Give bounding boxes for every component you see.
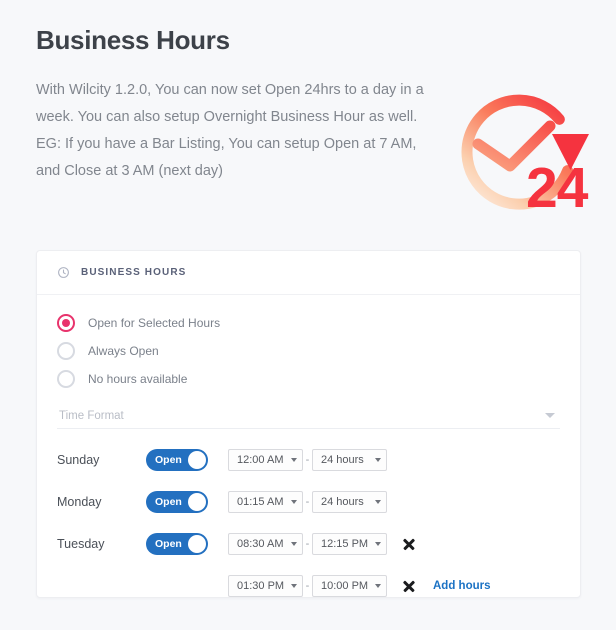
remove-range-button[interactable] [401,536,417,552]
start-time-select[interactable]: 12:00 AM [228,449,303,471]
caret-down-icon [291,542,297,546]
day-row-tuesday-extra: 01:30 PM - 10:00 PM Add hours [57,565,560,607]
radio-label: No hours available [88,372,188,386]
card-header: BUSINESS HOURS [37,251,580,295]
radio-option-open-selected-hours[interactable]: Open for Selected Hours [57,309,560,337]
remove-range-button[interactable] [401,578,417,594]
time-format-select[interactable]: Time Format [57,403,560,429]
add-hours-link[interactable]: Add hours [433,580,491,592]
end-time-select[interactable]: 12:15 PM [312,533,387,555]
intro-description: With Wilcity 1.2.0, You can now set Open… [36,81,424,179]
start-time-value: 01:15 AM [237,496,284,508]
end-time-value: 10:00 PM [321,580,369,592]
chevron-down-icon [545,413,555,418]
toggle-knob [188,535,206,553]
time-format-placeholder: Time Format [59,409,124,422]
clock-icon [57,266,70,279]
start-time-value: 08:30 AM [237,538,284,550]
radio-option-no-hours-available[interactable]: No hours available [57,365,560,393]
radio-label: Always Open [88,344,159,358]
svg-text:24: 24 [526,156,589,220]
day-rows: Sunday Open 12:00 AM - 24 hours Monday O… [57,439,560,607]
caret-down-icon [375,500,381,504]
day-row-monday: Monday Open 01:15 AM - 24 hours [57,481,560,523]
day-row-tuesday: Tuesday Open 08:30 AM - 12:15 PM [57,523,560,565]
caret-down-icon [291,458,297,462]
range-separator: - [305,496,310,508]
start-time-select[interactable]: 01:15 AM [228,491,303,513]
day-label: Sunday [57,453,100,467]
toggle-knob [188,451,206,469]
caret-down-icon [375,584,381,588]
end-time-select[interactable]: 24 hours [312,449,387,471]
radio-label: Open for Selected Hours [88,316,221,330]
open-toggle-monday[interactable]: Open [146,491,208,513]
day-label: Monday [57,495,102,509]
page-title: Business Hours [36,25,230,55]
range-separator: - [305,538,310,550]
caret-down-icon [291,584,297,588]
end-time-select[interactable]: 10:00 PM [312,575,387,597]
toggle-label: Open [155,454,182,466]
time-range-monday-0: 01:15 AM - 24 hours [228,491,387,513]
start-time-value: 01:30 PM [237,580,285,592]
caret-down-icon [375,458,381,462]
radio-option-always-open[interactable]: Always Open [57,337,560,365]
range-separator: - [305,580,310,592]
end-time-value: 24 hours [321,454,364,466]
hours-mode-radio-group: Open for Selected Hours Always Open No h… [57,309,560,393]
caret-down-icon [375,542,381,546]
start-time-select[interactable]: 01:30 PM [228,575,303,597]
end-time-value: 24 hours [321,496,364,508]
end-time-select[interactable]: 24 hours [312,491,387,513]
day-label: Tuesday [57,537,105,551]
radio-icon[interactable] [57,342,75,360]
end-time-value: 12:15 PM [321,538,369,550]
time-range-tuesday-1: 01:30 PM - 10:00 PM [228,575,387,597]
range-separator: - [305,454,310,466]
day-row-sunday: Sunday Open 12:00 AM - 24 hours [57,439,560,481]
business-hours-card: BUSINESS HOURS Open for Selected Hours A… [36,250,581,598]
time-range-sunday-0: 12:00 AM - 24 hours [228,449,387,471]
open-toggle-sunday[interactable]: Open [146,449,208,471]
open-toggle-tuesday[interactable]: Open [146,533,208,555]
time-range-tuesday-0: 08:30 AM - 12:15 PM [228,533,387,555]
card-body: Open for Selected Hours Always Open No h… [37,295,580,607]
radio-icon[interactable] [57,370,75,388]
radio-icon-selected[interactable] [57,314,75,332]
start-time-select[interactable]: 08:30 AM [228,533,303,555]
caret-down-icon [291,500,297,504]
clock-24-hours-icon: 24 [444,86,594,226]
start-time-value: 12:00 AM [237,454,284,466]
toggle-label: Open [155,496,182,508]
toggle-knob [188,493,206,511]
toggle-label: Open [155,538,182,550]
card-title: BUSINESS HOURS [81,267,187,278]
